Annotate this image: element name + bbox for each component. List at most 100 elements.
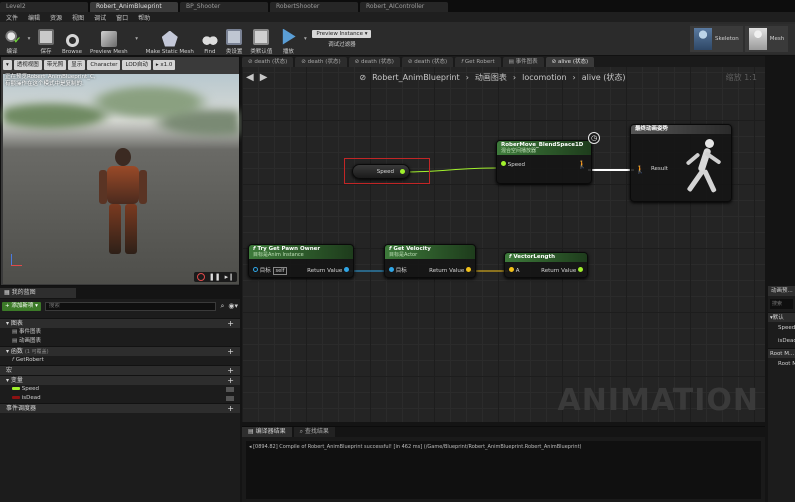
menu-help[interactable]: 帮助 (138, 13, 150, 22)
tab-find-results[interactable]: ⌕ 查找结果 (293, 427, 335, 437)
back-arrow-icon[interactable]: ◀ (246, 72, 254, 83)
browse-button[interactable]: Browse (58, 23, 86, 55)
document-tabs: Level2 Robert_AnimBlueprint BP_Shooter R… (0, 0, 795, 12)
add-new-button[interactable]: + 添加新项 ▾ (2, 301, 41, 311)
doc-tab-robert-shooter[interactable]: RobertShooter (270, 1, 358, 12)
doc-tab-bp-shooter[interactable]: BP_Shooter (180, 1, 268, 12)
menu-view[interactable]: 视图 (72, 13, 84, 22)
pose-input-icon[interactable]: 🚶 (635, 165, 645, 174)
float-output-pin[interactable] (400, 169, 405, 174)
playback-speed-button[interactable]: ▸ x1.0 (152, 60, 176, 70)
list-item-event-graph[interactable]: ▤ 事件图表 (0, 328, 240, 337)
show-button[interactable]: 显示 (68, 60, 86, 70)
target-input-pin[interactable] (389, 267, 394, 272)
vector-output-pin[interactable] (466, 266, 471, 272)
menu-asset[interactable]: 资源 (50, 13, 62, 22)
breadcrumb-blueprint[interactable]: Robert_AnimBlueprint (372, 73, 460, 82)
doc-tab-ai-controller[interactable]: Robert_AIController (360, 1, 448, 12)
debug-filter-label: 调试过滤器 (328, 41, 356, 48)
object-output-pin[interactable] (344, 266, 349, 272)
section-event-dispatchers[interactable]: 事件调度器 + (0, 403, 240, 413)
debug-filter-group: Preview Instance ▾ 调试过滤器 (312, 29, 372, 48)
class-defaults-button[interactable]: 类默认值 (246, 23, 276, 55)
try-get-pawn-owner-node[interactable]: f Try Get Pawn Owner 目标是Anim Instance 目标… (248, 244, 354, 278)
section-macros[interactable]: 宏 + (0, 365, 240, 375)
vector-input-pin[interactable] (509, 266, 514, 272)
tab-alive-state[interactable]: ⊘ alive (状态) (545, 56, 595, 67)
get-velocity-node[interactable]: f Get Velocity 目标是Actor 目标 Return Value (384, 244, 476, 278)
forward-arrow-icon[interactable]: ▶ (260, 72, 268, 83)
pause-button[interactable]: ❚❚ (209, 273, 221, 281)
section-graphs[interactable]: ▾ 图表 + (0, 318, 240, 328)
search-icon[interactable]: ⌕ (220, 302, 224, 311)
list-item-is-dead[interactable]: isDead (0, 394, 240, 403)
tab-get-robert[interactable]: f Get Robert (455, 56, 501, 67)
viewport-options-button[interactable]: ▾ (3, 60, 12, 70)
tab-death-state-4[interactable]: ⊘ death (状态) (401, 56, 454, 67)
compiler-results-panel: ▤ 编译器结果 ⌕ 查找结果 ◂ [0894.82] Compile of Ro… (242, 426, 765, 502)
breadcrumb-anim-graph[interactable]: 动画图表 (475, 72, 507, 83)
find-button[interactable]: Find (198, 23, 222, 55)
compile-options-dropdown[interactable]: ▾ (24, 23, 34, 55)
tab-death-state-1[interactable]: ⊘ death (状态) (242, 56, 294, 67)
character-button[interactable]: Character (87, 60, 121, 70)
save-button[interactable]: 保存 (34, 23, 58, 55)
tab-my-blueprint[interactable]: ▦ 我的蓝图 (0, 288, 76, 298)
preview-instance-select[interactable]: Preview Instance ▾ (312, 29, 372, 38)
menu-debug[interactable]: 调试 (94, 13, 106, 22)
panel-title[interactable]: 动画预... (768, 286, 795, 296)
compile-button[interactable]: ✔ 编译 (0, 23, 24, 55)
visibility-icon[interactable] (226, 396, 234, 401)
pose-output-icon[interactable]: 🚶 (577, 160, 587, 169)
details-search-input[interactable]: 搜索 (770, 299, 793, 309)
lit-button[interactable]: 带光照 (43, 60, 67, 70)
axis-gizmo-icon (9, 254, 23, 268)
viewport-toolbar: ▾ 透视视图 带光照 显示 Character LOD自动 ▸ x1.0 (3, 59, 176, 71)
menu-edit[interactable]: 编辑 (28, 13, 40, 22)
play-dropdown[interactable]: ▾ (300, 23, 310, 55)
preview-mesh-button[interactable]: Preview Mesh (86, 23, 132, 55)
breadcrumb-state-machine[interactable]: locomotion (522, 73, 566, 82)
menu-window[interactable]: 窗口 (116, 13, 128, 22)
float-input-pin[interactable] (501, 160, 506, 166)
section-variables[interactable]: ▾ 变量 + (0, 375, 240, 385)
class-settings-button[interactable]: 类设置 (222, 23, 247, 55)
blendspace-player-node[interactable]: RoberMove_BlendSpace1D 混合空间播放器 Speed 🚶 (496, 140, 592, 184)
tab-compiler-results[interactable]: ▤ 编译器结果 (242, 427, 292, 437)
speed-getter-node[interactable]: Speed (352, 164, 410, 179)
view-options-icon[interactable]: ◉▾ (228, 302, 238, 310)
float-output-pin[interactable] (578, 266, 583, 272)
preview-viewport[interactable]: ❚❚ ▸❙ ▾ 透视视图 带光照 显示 Character LOD自动 ▸ x1… (0, 56, 240, 286)
running-figure-icon (683, 139, 727, 197)
breadcrumb-state[interactable]: alive (状态) (582, 72, 626, 83)
section-functions[interactable]: ▾ 函数 (1 可覆盖) + (0, 346, 240, 356)
output-pose-node[interactable]: 最终动画姿势 🚶 Result (630, 124, 732, 202)
vector-length-node[interactable]: f VectorLength A Return Value (504, 252, 588, 278)
skeleton-mode-button[interactable]: Skeleton (690, 26, 743, 52)
section-default[interactable]: ▾默认 (768, 312, 795, 322)
preview-mesh-dropdown[interactable]: ▾ (132, 23, 142, 55)
step-forward-button[interactable]: ▸❙ (225, 273, 234, 281)
tab-death-state-2[interactable]: ⊘ death (状态) (295, 56, 347, 67)
anim-graph-editor[interactable]: 缩放 1:1 Speed RoberMove_BlendSpace1D 混合空间… (242, 56, 765, 422)
play-button[interactable]: 播放 (276, 23, 300, 55)
tab-death-state-3[interactable]: ⊘ death (状态) (348, 56, 400, 67)
make-static-mesh-button[interactable]: Make Static Mesh (142, 23, 198, 55)
perspective-button[interactable]: 透视视图 (13, 60, 42, 70)
doc-tab-level[interactable]: Level2 (0, 1, 88, 12)
state-icon: ⊘ (359, 72, 367, 82)
list-item-speed[interactable]: Speed (0, 385, 240, 394)
visibility-icon[interactable] (226, 387, 234, 392)
section-root-motion[interactable]: Root M... (768, 348, 795, 358)
list-item-get-robert[interactable]: f GetRobert (0, 356, 240, 365)
menu-file[interactable]: 文件 (6, 13, 18, 22)
lod-auto-button[interactable]: LOD自动 (122, 60, 151, 70)
doc-tab-anim-blueprint[interactable]: Robert_AnimBlueprint (90, 1, 178, 12)
list-item-anim-graph[interactable]: ▤ 动画图表 (0, 337, 240, 346)
record-button[interactable] (196, 273, 205, 281)
mesh-mode-button[interactable]: Mesh (744, 26, 789, 52)
tab-event-graph[interactable]: ▤ 事件图表 (502, 56, 544, 67)
target-input-pin[interactable] (253, 267, 258, 272)
search-input[interactable] (44, 301, 217, 311)
add-dispatcher-button[interactable]: + (227, 404, 234, 414)
